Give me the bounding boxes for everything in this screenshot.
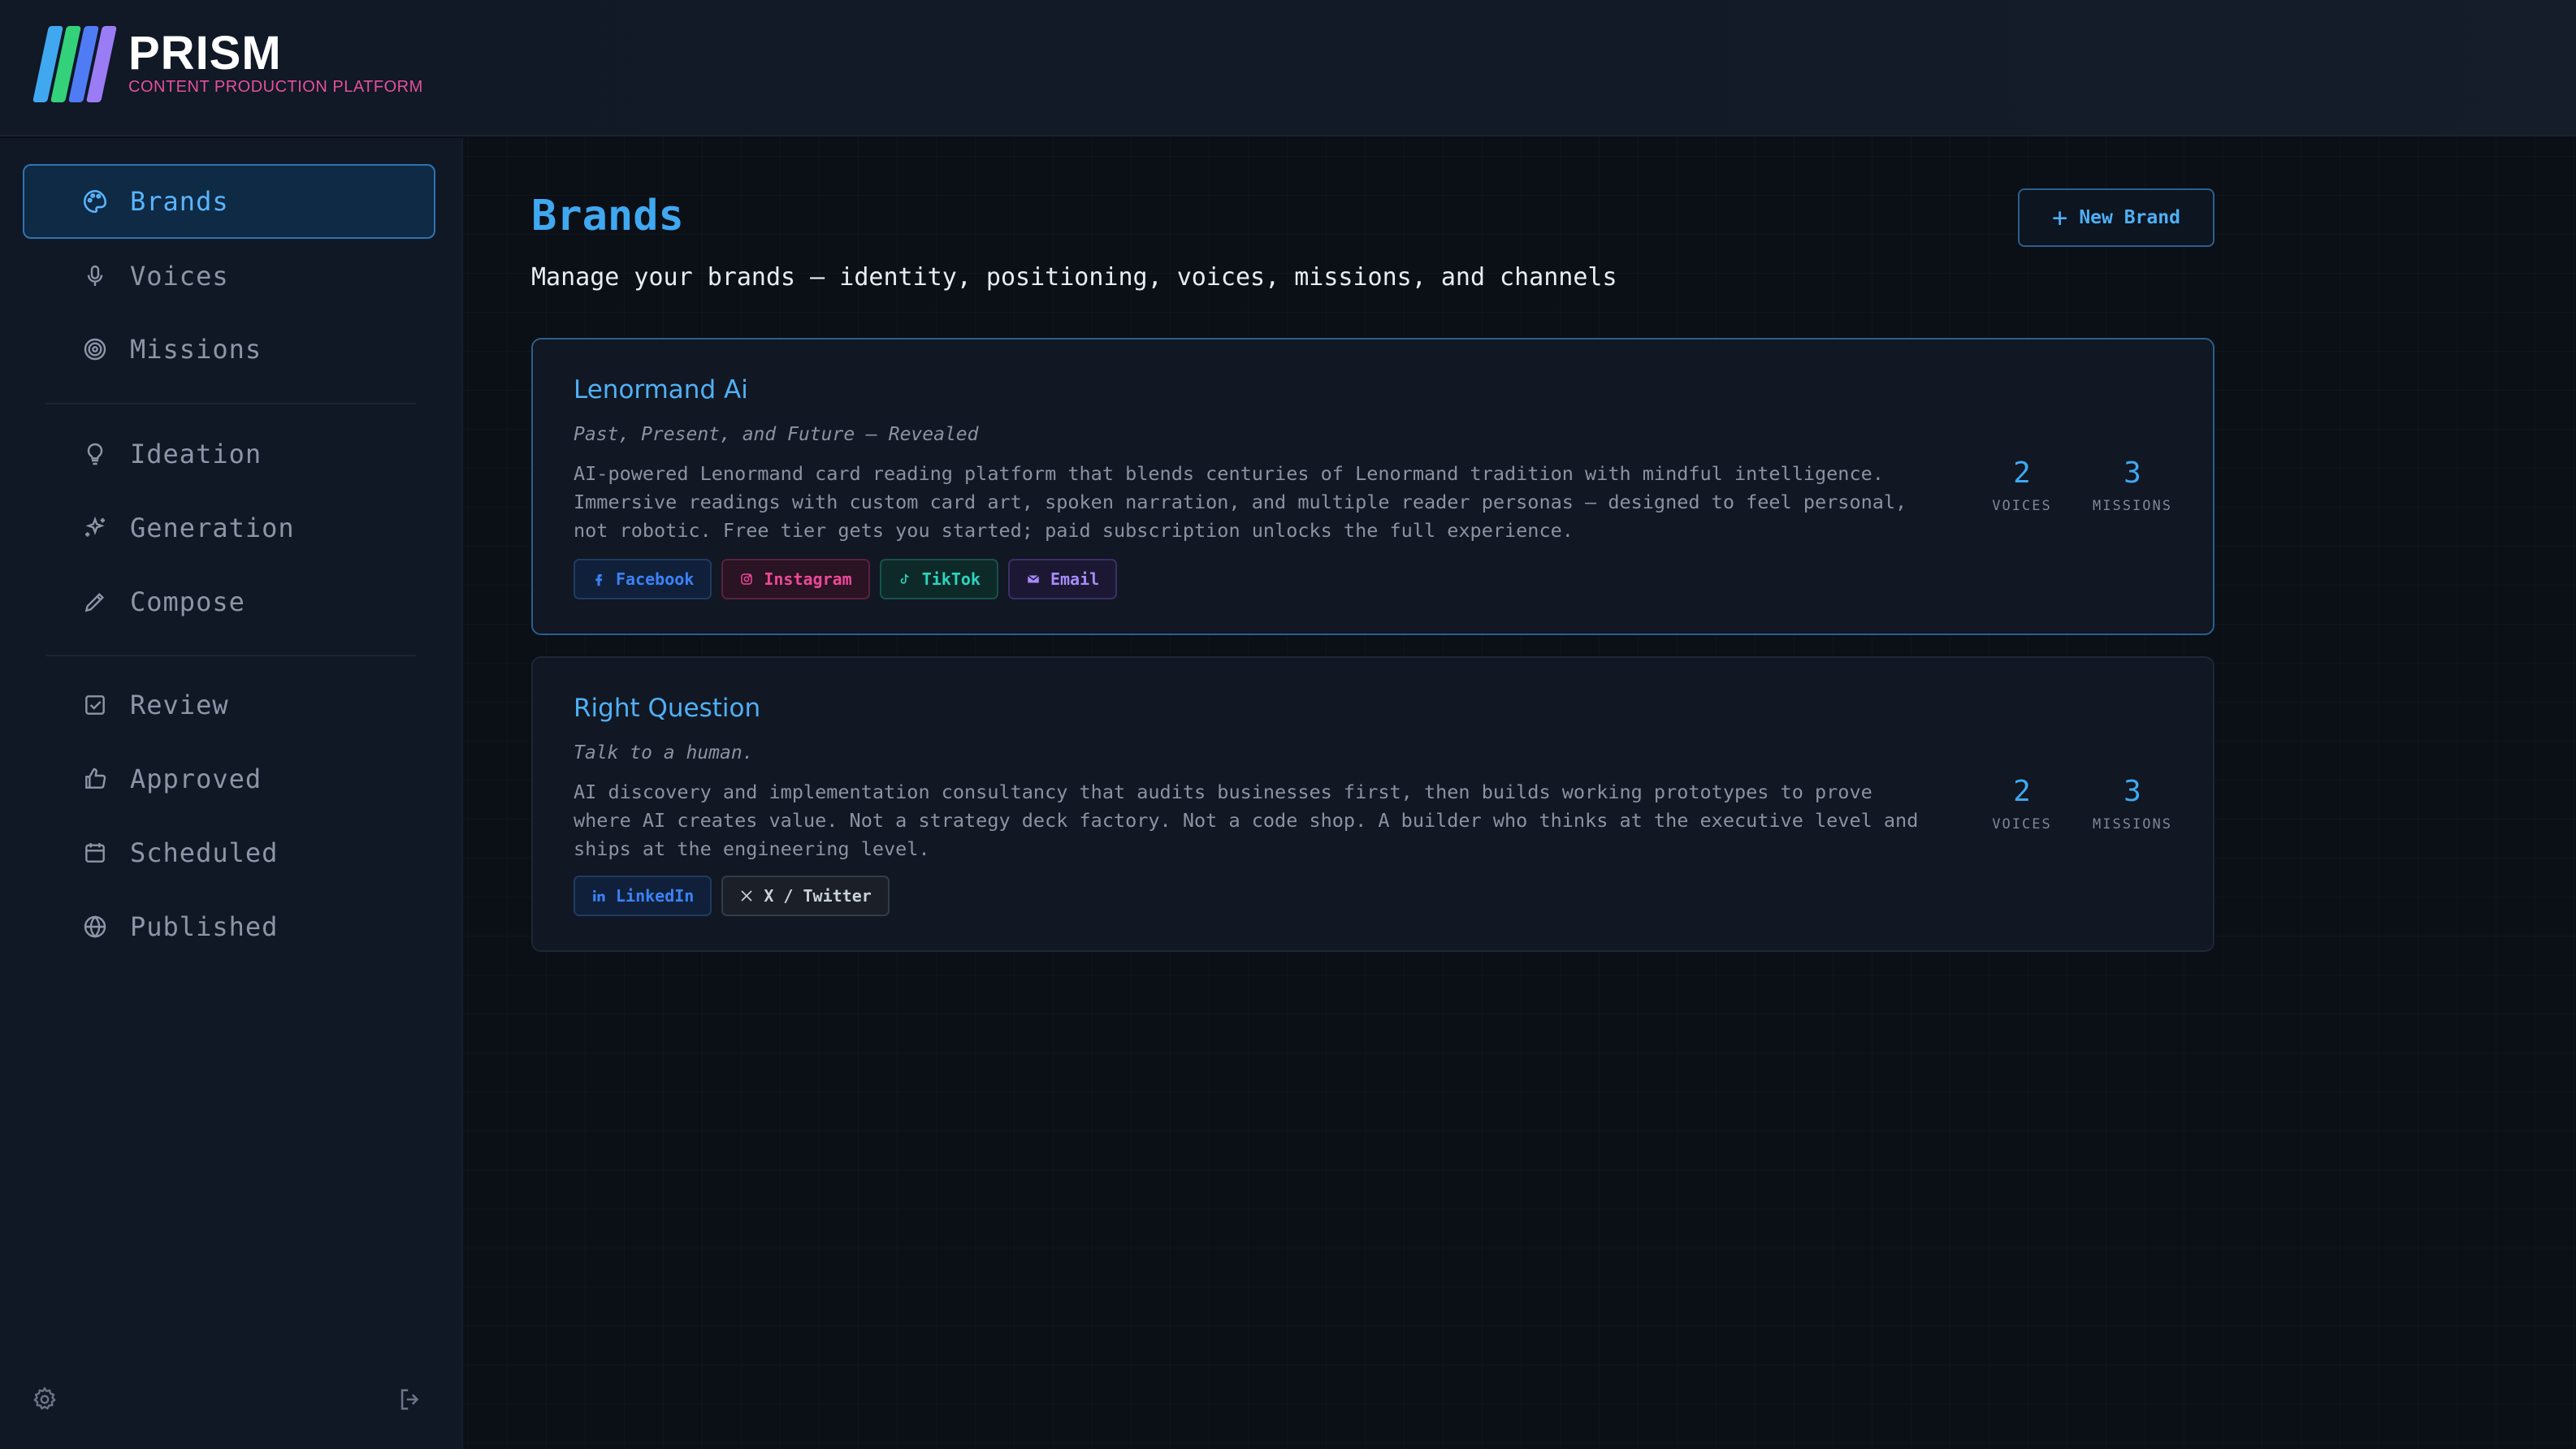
channel-list: LinkedIn X / Twitter bbox=[574, 876, 890, 916]
channel-label: X / Twitter bbox=[764, 886, 872, 906]
sidebar-item-ideation[interactable]: Ideation bbox=[23, 417, 435, 491]
channel-chip-facebook[interactable]: Facebook bbox=[574, 559, 712, 599]
sidebar-item-compose[interactable]: Compose bbox=[23, 564, 435, 639]
pen-icon bbox=[80, 586, 110, 617]
sidebar-item-missions[interactable]: Missions bbox=[23, 312, 435, 387]
voices-label: VOICES bbox=[1992, 498, 2052, 514]
missions-stat: 3 MISSIONS bbox=[2088, 456, 2177, 514]
prism-logo-icon bbox=[32, 26, 117, 102]
channel-label: Email bbox=[1050, 569, 1100, 589]
sidebar-item-label: Scheduled bbox=[130, 837, 279, 868]
target-icon bbox=[80, 334, 110, 365]
sparkles-icon bbox=[80, 513, 110, 543]
palette-icon bbox=[80, 186, 110, 217]
sidebar-item-label: Voices bbox=[130, 261, 229, 292]
page-description: Manage your brands — identity, positioni… bbox=[531, 263, 1617, 292]
brand-card[interactable]: Right Question Talk to a human. AI disco… bbox=[531, 656, 2214, 952]
voices-label: VOICES bbox=[1992, 816, 2052, 833]
missions-stat: 3 MISSIONS bbox=[2088, 775, 2177, 833]
sidebar: Brands Voices Missions Ideation Generati… bbox=[0, 138, 463, 1449]
missions-count: 3 bbox=[2124, 456, 2141, 490]
sidebar-item-published[interactable]: Published bbox=[23, 889, 435, 964]
sidebar-item-approved[interactable]: Approved bbox=[23, 742, 435, 816]
channel-label: Facebook bbox=[616, 569, 695, 589]
x-icon bbox=[738, 887, 755, 905]
voices-stat: 2 VOICES bbox=[1977, 456, 2067, 514]
sidebar-item-label: Missions bbox=[130, 334, 262, 365]
sidebar-item-label: Published bbox=[130, 911, 279, 942]
tiktok-icon bbox=[896, 570, 914, 588]
sidebar-item-review[interactable]: Review bbox=[23, 668, 435, 742]
checkbox-icon bbox=[80, 690, 110, 720]
brand-description: AI discovery and implementation consulta… bbox=[574, 781, 1919, 860]
channel-chip-x-twitter[interactable]: X / Twitter bbox=[721, 876, 890, 916]
sidebar-item-brands[interactable]: Brands bbox=[23, 164, 435, 239]
nav-divider bbox=[45, 403, 416, 404]
channel-label: Instagram bbox=[764, 569, 852, 589]
brand-description: AI-powered Lenormand card reading platfo… bbox=[574, 462, 1907, 542]
new-brand-label: New Brand bbox=[2079, 207, 2180, 228]
brand-name: Right Question bbox=[574, 694, 761, 723]
thumbs-up-icon bbox=[80, 763, 110, 794]
missions-label: MISSIONS bbox=[2093, 498, 2172, 514]
channel-chip-linkedin[interactable]: LinkedIn bbox=[574, 876, 712, 916]
gear-icon[interactable] bbox=[31, 1386, 58, 1413]
sidebar-item-label: Brands bbox=[130, 186, 229, 217]
brand-name: Lenormand Ai bbox=[574, 375, 748, 404]
sidebar-item-label: Generation bbox=[130, 513, 295, 543]
brand-tagline: Past, Present, and Future — Revealed bbox=[574, 424, 979, 445]
calendar-icon bbox=[80, 837, 110, 868]
brand-tagline: Talk to a human. bbox=[574, 742, 754, 763]
app-subtitle: CONTENT PRODUCTION PLATFORM bbox=[128, 78, 423, 96]
sidebar-item-voices[interactable]: Voices bbox=[23, 239, 435, 314]
nav-divider bbox=[45, 655, 416, 656]
missions-label: MISSIONS bbox=[2093, 816, 2172, 833]
channel-label: LinkedIn bbox=[616, 886, 695, 906]
logout-icon[interactable] bbox=[396, 1386, 424, 1413]
brand-card[interactable]: Lenormand Ai Past, Present, and Future —… bbox=[531, 338, 2214, 635]
linkedin-icon bbox=[590, 887, 608, 905]
mail-icon bbox=[1024, 570, 1042, 588]
sidebar-item-label: Approved bbox=[130, 763, 262, 794]
voices-count: 2 bbox=[2013, 775, 2031, 808]
top-bar: PRISM CONTENT PRODUCTION PLATFORM bbox=[0, 0, 2576, 136]
voices-count: 2 bbox=[2013, 456, 2031, 490]
microphone-icon bbox=[80, 261, 110, 292]
channel-list: Facebook Instagram TikTok Email bbox=[574, 559, 1118, 599]
sidebar-item-label: Ideation bbox=[130, 439, 262, 469]
sidebar-item-generation[interactable]: Generation bbox=[23, 491, 435, 565]
facebook-icon bbox=[590, 570, 608, 588]
sidebar-item-label: Review bbox=[130, 690, 229, 720]
instagram-icon bbox=[738, 570, 755, 588]
channel-label: TikTok bbox=[921, 569, 981, 589]
channel-chip-instagram[interactable]: Instagram bbox=[721, 559, 870, 599]
app-name: PRISM bbox=[128, 27, 282, 80]
sidebar-item-label: Compose bbox=[130, 586, 245, 617]
plus-icon: + bbox=[2052, 202, 2068, 233]
channel-chip-tiktok[interactable]: TikTok bbox=[879, 559, 998, 599]
voices-stat: 2 VOICES bbox=[1977, 775, 2067, 833]
missions-count: 3 bbox=[2124, 775, 2141, 808]
lightbulb-icon bbox=[80, 439, 110, 469]
globe-icon bbox=[80, 911, 110, 942]
channel-chip-email[interactable]: Email bbox=[1007, 559, 1118, 599]
new-brand-button[interactable]: + New Brand bbox=[2018, 188, 2214, 247]
sidebar-item-scheduled[interactable]: Scheduled bbox=[23, 815, 435, 890]
page-title: Brands bbox=[531, 192, 684, 240]
